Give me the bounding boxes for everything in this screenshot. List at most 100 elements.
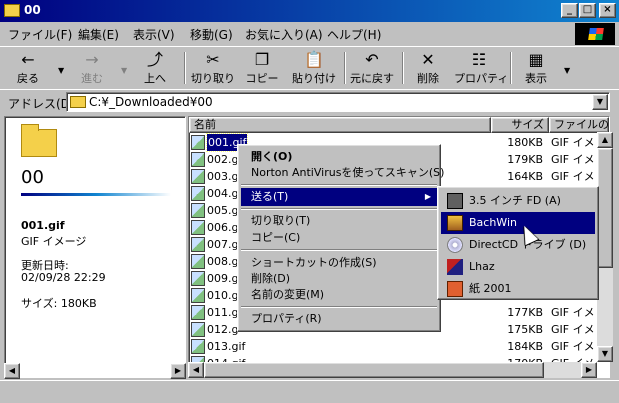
scroll-right-icon[interactable]: ▶ (170, 363, 186, 379)
gif-file-icon (191, 186, 205, 201)
paste-button[interactable]: 📋 貼り付け (290, 49, 338, 87)
delete-button[interactable]: ✕ 削除 (410, 49, 446, 87)
menu-rename[interactable]: 名前の変更(M) (241, 286, 437, 304)
forward-arrow-icon: → (85, 50, 99, 69)
scroll-up-icon[interactable]: ▲ (597, 132, 613, 148)
close-button[interactable]: × (599, 3, 616, 18)
send-to-floppy-label: 3.5 インチ FD (A) (469, 194, 561, 207)
menu-edit[interactable]: 編集(E) (78, 26, 119, 43)
view-dropdown-icon[interactable]: ▼ (564, 66, 570, 75)
send-to-kami-label: 紙 2001 (469, 282, 512, 295)
maximize-button[interactable]: □ (579, 3, 596, 18)
file-name: 012.g (207, 323, 239, 336)
file-name: 008.g (207, 255, 239, 268)
menu-send-to[interactable]: 送る(T) ▶ (241, 188, 437, 206)
column-header-type[interactable]: ファイルの (549, 117, 609, 133)
file-name: 013.gif (207, 340, 246, 353)
menu-file[interactable]: ファイル(F) (8, 26, 72, 43)
scroll-left-icon[interactable]: ◀ (188, 362, 204, 378)
toolbar-separator (184, 52, 186, 84)
send-to-bachwin-label: BachWin (469, 216, 517, 229)
title-underline (21, 193, 171, 196)
menu-favorites[interactable]: お気に入り(A) (245, 26, 323, 43)
back-arrow-icon: ← (21, 50, 35, 69)
vertical-scrollbar[interactable]: ▲ ▼ (597, 132, 613, 362)
gif-file-icon (191, 305, 205, 320)
gif-file-icon (191, 152, 205, 167)
send-to-lhaz[interactable]: Lhaz (441, 256, 595, 278)
forward-dropdown-icon[interactable]: ▼ (121, 66, 127, 75)
cut-button[interactable]: ✂ 切り取り (190, 49, 236, 87)
menu-properties[interactable]: プロパティ(R) (241, 310, 437, 328)
file-size: 180KB (507, 136, 543, 149)
toolbar-separator (510, 52, 512, 84)
menu-help[interactable]: ヘルプ(H) (327, 26, 381, 43)
send-to-kami-2001[interactable]: 紙 2001 (441, 278, 595, 300)
file-name: 007.g (207, 238, 239, 251)
file-name: 010.g (207, 289, 239, 302)
copy-icon: ❐ (254, 50, 270, 69)
horizontal-scroll-thumb[interactable] (204, 362, 544, 378)
file-name: 003.g (207, 170, 239, 183)
title-bar: 00 _ □ × (0, 0, 619, 22)
gif-file-icon (191, 322, 205, 337)
scroll-right-icon[interactable]: ▶ (581, 362, 597, 378)
send-to-floppy[interactable]: 3.5 インチ FD (A) (441, 190, 595, 212)
menu-copy[interactable]: コピー(C) (241, 229, 437, 247)
gif-file-icon (191, 135, 205, 150)
column-header-name[interactable]: 名前 (189, 117, 491, 133)
file-size: サイズ: 180KB (21, 297, 97, 310)
properties-button[interactable]: ☷ プロパティ (454, 49, 508, 87)
undo-label: 元に戻す (350, 72, 394, 85)
menu-norton-scan[interactable]: Norton AntiVirusを使ってスキャン(S) (241, 164, 444, 182)
modified-value: 02/09/28 22:29 (21, 271, 106, 284)
view-grid-icon: ▦ (528, 50, 544, 69)
windows-logo (575, 23, 615, 45)
folder-icon (4, 4, 20, 17)
context-menu: 開く(O) Norton AntiVirusを使ってスキャン(S) 送る(T) ▶… (237, 144, 444, 332)
menu-view[interactable]: 表示(V) (133, 26, 175, 43)
menu-separator (241, 208, 437, 210)
back-dropdown-icon[interactable]: ▼ (58, 66, 64, 75)
forward-button[interactable]: → 進む (70, 49, 114, 87)
properties-icon: ☷ (471, 50, 487, 69)
send-to-directcd[interactable]: DirectCD ドライブ (D) (441, 234, 595, 256)
column-header-size[interactable]: サイズ (491, 117, 549, 133)
clipboard-icon: 📋 (304, 50, 324, 69)
back-button[interactable]: ← 戻る (6, 49, 50, 87)
cd-drive-icon (447, 237, 463, 253)
copy-button[interactable]: ❐ コピー (242, 49, 282, 87)
view-button[interactable]: ▦ 表示 (516, 49, 556, 87)
file-type: GIF イメ (551, 153, 595, 166)
file-type: GIF イメ (551, 306, 595, 319)
up-button[interactable]: ⤴ 上へ (133, 49, 177, 87)
folder-info-panel: 00 001.gif GIF イメージ 更新日時: 02/09/28 22:29… (4, 116, 186, 378)
menu-cut[interactable]: 切り取り(T) (241, 212, 437, 230)
scroll-down-icon[interactable]: ▼ (597, 346, 613, 362)
file-size: 175KB (507, 323, 543, 336)
scroll-left-icon[interactable]: ◀ (4, 363, 20, 379)
file-name: 011.g (207, 306, 239, 319)
file-name: 004.g (207, 187, 239, 200)
up-label: 上へ (144, 72, 166, 85)
gif-file-icon (191, 288, 205, 303)
forward-label: 進む (81, 72, 103, 85)
file-row[interactable]: 013.gif 184KB GIF イメ (189, 338, 595, 355)
menu-send-to-label: 送る(T) (251, 190, 289, 203)
send-to-lhaz-label: Lhaz (469, 260, 495, 273)
vertical-scroll-thumb[interactable] (597, 148, 613, 268)
file-size: 164KB (507, 170, 543, 183)
menu-separator (241, 249, 437, 251)
address-dropdown-button[interactable]: ▼ (592, 94, 608, 110)
minimize-button[interactable]: _ (561, 3, 578, 18)
file-type: GIF イメ (551, 323, 595, 336)
undo-button[interactable]: ↶ 元に戻す (349, 49, 395, 87)
view-label: 表示 (525, 72, 547, 85)
horizontal-scrollbar[interactable]: ◀ ▶ (188, 362, 597, 378)
large-folder-icon (21, 124, 57, 157)
menu-go[interactable]: 移動(G) (190, 26, 233, 43)
address-label: アドレス(D) (8, 97, 75, 111)
address-input[interactable]: C:¥_Downloaded¥00 ▼ (66, 92, 610, 112)
back-label: 戻る (17, 72, 39, 85)
left-horizontal-scrollbar[interactable]: ◀ ▶ (4, 363, 186, 379)
